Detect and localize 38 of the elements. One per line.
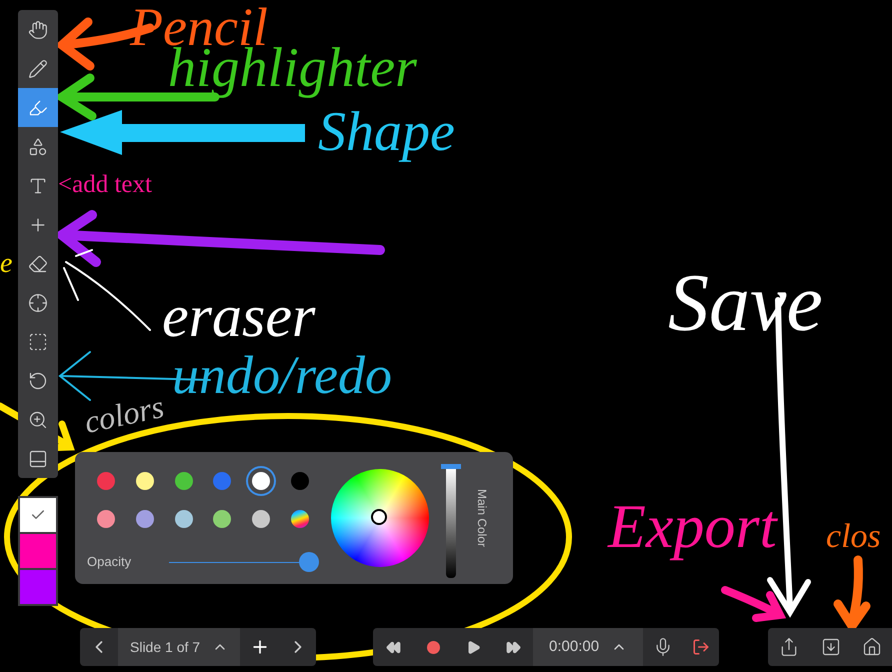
rewind-icon	[386, 640, 400, 654]
handwritten-note: clos	[826, 520, 881, 554]
download-icon	[821, 637, 841, 657]
color-well[interactable]	[20, 498, 56, 532]
handwritten-note: Shape	[318, 104, 455, 160]
main-color-label: Main Color	[474, 488, 490, 548]
handwritten-note: <add text	[58, 172, 152, 197]
eraser-icon	[28, 254, 48, 274]
picker-ring[interactable]	[371, 509, 387, 525]
fast-forward-icon	[506, 640, 520, 654]
slider-thumb[interactable]	[299, 552, 319, 572]
home-icon	[862, 637, 882, 657]
opacity-label: Opacity	[87, 553, 132, 572]
color-swatch[interactable]	[248, 468, 274, 494]
crosshair-icon	[28, 292, 48, 312]
handwritten-note: Save	[668, 262, 823, 344]
handwritten-note: eraser	[162, 286, 316, 346]
pencil-icon	[28, 58, 48, 78]
dotted-square-icon	[28, 332, 48, 352]
highlighter-icon	[28, 98, 48, 118]
handwritten-note: colors	[82, 390, 166, 438]
handwritten-note: Export	[608, 496, 777, 558]
opacity-slider[interactable]	[169, 552, 319, 572]
slide-selector[interactable]: Slide 1 of 7	[118, 628, 240, 666]
color-well[interactable]	[20, 570, 56, 604]
time-selector[interactable]: 0:00:00	[533, 628, 644, 666]
color-well[interactable]	[20, 534, 56, 568]
share-icon	[779, 637, 799, 657]
undo-icon	[28, 370, 48, 390]
handwritten-note: undo/redo	[172, 348, 392, 402]
tool-button[interactable]	[18, 88, 58, 127]
exit-icon	[692, 638, 710, 656]
play-icon	[466, 640, 480, 654]
hand-icon	[28, 20, 48, 40]
slider-thumb[interactable]	[441, 464, 461, 469]
shapes-icon	[28, 136, 48, 156]
layout-icon	[28, 448, 48, 468]
zoom-icon	[28, 410, 48, 430]
